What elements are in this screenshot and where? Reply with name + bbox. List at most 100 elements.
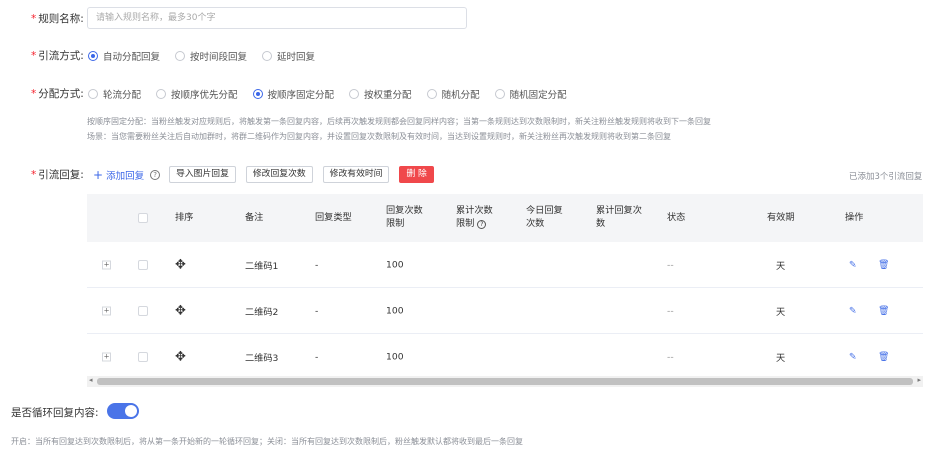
reply-label-text: 引流回复 [38, 169, 81, 181]
header-total-line1: 累计次数 [456, 205, 493, 216]
row-type: - [315, 351, 319, 362]
header-limit-line1: 回复次数 [386, 205, 423, 216]
scroll-left-arrow-icon[interactable]: ◂ [89, 376, 93, 384]
select-all-checkbox[interactable] [138, 213, 148, 223]
expand-icon[interactable]: + [102, 306, 111, 315]
add-reply-label: 添加回复 [106, 170, 145, 182]
row-type: - [315, 305, 319, 316]
radio-order-fixed[interactable]: 按顺序固定分配 [252, 87, 335, 101]
row-checkbox[interactable] [138, 305, 148, 316]
radio-dot [156, 89, 167, 99]
delete-icon[interactable]: 🗑 [878, 259, 890, 270]
row-status: -- [667, 305, 674, 316]
allocation-method-group: 轮流分配 按顺序优先分配 按顺序固定分配 按权重分配 随机分配 随机固定分配 [88, 87, 582, 101]
row-limit: 100 [386, 351, 404, 362]
header-validity: 有效期 [767, 212, 795, 223]
radio-time-period[interactable]: 按时间段回复 [175, 49, 247, 63]
row-status: -- [667, 351, 674, 362]
radio-label: 按权重分配 [364, 90, 412, 101]
row-validity: 天 [776, 306, 786, 318]
header-type: 回复类型 [315, 212, 352, 223]
row-note: 二维码1 [245, 260, 279, 272]
help-icon[interactable]: ? [477, 220, 487, 229]
move-icon[interactable]: ✥ [175, 349, 186, 364]
table-row: + ✥ 二维码3 - 100 -- 天 ✎ 🗑 [87, 334, 923, 380]
edit-icon[interactable]: ✎ [849, 351, 857, 362]
expand-icon[interactable]: + [102, 260, 111, 269]
header-note: 备注 [245, 212, 264, 223]
edit-valid-time-button[interactable]: 修改有效时间 [322, 166, 390, 183]
radio-dot [494, 89, 505, 99]
radio-label: 随机固定分配 [509, 90, 567, 101]
radio-random-fixed[interactable]: 随机固定分配 [494, 87, 567, 101]
row-validity: 天 [776, 352, 786, 364]
help-icon[interactable]: ? [150, 169, 161, 180]
loop-label: 是否循环回复内容: [11, 407, 99, 419]
header-actions: 操作 [845, 212, 864, 223]
row-status: -- [667, 259, 674, 270]
loop-label-text: 是否循环回复内容 [11, 407, 95, 419]
header-limit-line2: 限制 [386, 218, 405, 229]
required-mark: * [31, 13, 37, 25]
rule-name-input[interactable]: 请输入规则名称，最多30个字 [87, 7, 467, 29]
add-reply-button[interactable]: + 添加回复 [93, 168, 144, 182]
added-count-note: 已添加3个引流回复 [849, 172, 923, 182]
radio-label: 按顺序优先分配 [171, 90, 238, 101]
expand-icon[interactable]: + [102, 352, 111, 361]
radio-label: 延时回复 [277, 52, 316, 63]
row-checkbox[interactable] [138, 259, 148, 270]
radio-dot [349, 89, 360, 99]
radio-dot [426, 89, 437, 99]
row-limit: 100 [386, 305, 404, 316]
radio-order-priority[interactable]: 按顺序优先分配 [156, 87, 238, 101]
radio-dot [175, 51, 186, 61]
move-icon[interactable]: ✥ [175, 257, 186, 272]
delete-button[interactable]: 删 除 [399, 166, 434, 183]
delete-icon[interactable]: 🗑 [878, 305, 890, 316]
import-image-reply-button[interactable]: 导入图片回复 [169, 166, 236, 183]
radio-label: 按时间段回复 [190, 52, 248, 63]
header-status: 状态 [667, 212, 686, 223]
row-note: 二维码3 [245, 352, 279, 364]
radio-label: 按顺序固定分配 [267, 90, 335, 101]
radio-label: 自动分配回复 [103, 52, 161, 63]
diversion-method-label: * 引流方式: [31, 50, 84, 62]
radio-round-robin[interactable]: 轮流分配 [88, 87, 141, 101]
table-horizontal-scrollbar[interactable]: ◂ ▸ [87, 376, 923, 387]
allocation-hint-line1: 按顺序固定分配：当粉丝触发对应规则后，将触发第一条回复内容，后续再次触发规则都会… [87, 117, 711, 126]
header-today-line1: 今日回复 [526, 205, 563, 216]
header-cumulative: 累计回复次 数 [596, 204, 642, 230]
header-limit: 回复次数 限制 [386, 204, 423, 230]
rule-name-label: * 规则名称: [31, 13, 84, 25]
edit-reply-count-button[interactable]: 修改回复次数 [245, 166, 313, 183]
scroll-right-arrow-icon[interactable]: ▸ [917, 376, 921, 384]
edit-icon[interactable]: ✎ [849, 259, 857, 270]
radio-random[interactable]: 随机分配 [426, 87, 480, 101]
reply-table: 排序 备注 回复类型 回复次数 限制 累计次数 限制 ? 今日回复 次数 累计回… [87, 194, 923, 380]
diversion-method-group: 自动分配回复 按时间段回复 延时回复 [88, 49, 330, 63]
row-checkbox[interactable] [138, 351, 148, 362]
loop-hint: 开启：当所有回复达到次数限制后，将从第一条开始新的一轮循环回复；关闭：当所有回复… [11, 437, 523, 446]
reply-label: * 引流回复: [31, 169, 84, 181]
radio-delay[interactable]: 延时回复 [262, 49, 315, 63]
row-limit: 100 [386, 259, 404, 270]
header-today: 今日回复 次数 [526, 204, 563, 230]
move-icon[interactable]: ✥ [175, 303, 186, 318]
delete-icon[interactable]: 🗑 [878, 351, 890, 362]
row-note: 二维码2 [245, 306, 279, 318]
radio-weight[interactable]: 按权重分配 [349, 87, 412, 101]
allocation-method-label: * 分配方式: [31, 88, 84, 100]
radio-auto-reply[interactable]: 自动分配回复 [88, 49, 160, 63]
reply-toolbar: + 添加回复 ? 导入图片回复 修改回复次数 修改有效时间 删 除 [93, 166, 444, 183]
rule-name-label-text: 规则名称 [38, 13, 81, 25]
table-row: + ✥ 二维码2 - 100 -- 天 ✎ 🗑 [87, 288, 923, 334]
required-mark: * [31, 50, 37, 62]
diversion-method-label-text: 引流方式 [38, 50, 81, 62]
required-mark: * [31, 169, 37, 181]
loop-toggle[interactable] [107, 403, 139, 419]
edit-icon[interactable]: ✎ [849, 305, 857, 316]
allocation-method-label-text: 分配方式 [38, 88, 81, 100]
allocation-hint-line2: 场景：当您需要粉丝关注后自动加群时，将群二维码作为回复内容，并设置回复次数限制及… [87, 132, 671, 141]
scroll-thumb[interactable] [97, 378, 913, 385]
row-validity: 天 [776, 260, 786, 272]
